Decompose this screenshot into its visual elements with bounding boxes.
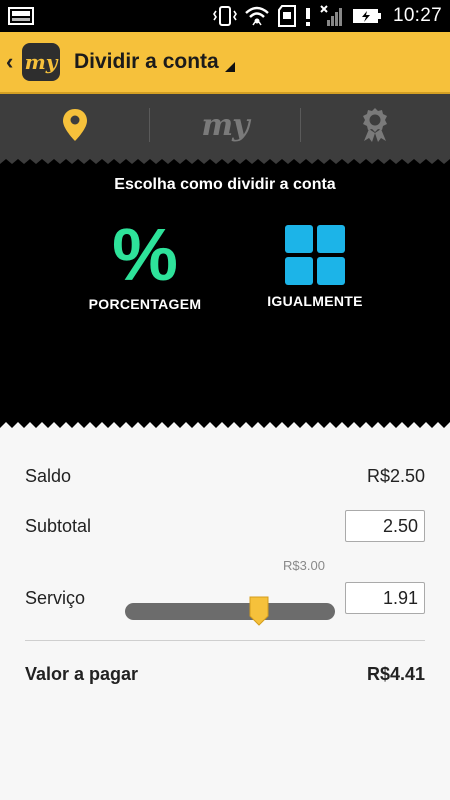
- vibrate-icon: [212, 6, 237, 26]
- service-input[interactable]: 1.91: [345, 582, 425, 614]
- service-slider-track[interactable]: [125, 603, 335, 620]
- sd-card-icon: [277, 5, 296, 27]
- service-slider-thumb[interactable]: [248, 596, 270, 626]
- alert-icon: [305, 8, 310, 26]
- saldo-row: Saldo R$2.50: [25, 462, 425, 490]
- back-chevron-icon[interactable]: ‹: [6, 49, 20, 75]
- app-logo-text: my: [24, 50, 58, 74]
- status-time: 10:27: [392, 5, 442, 26]
- status-bar: 10:27: [0, 0, 450, 32]
- subtotal-row: Subtotal 2.50: [25, 508, 425, 544]
- panel-title: Escolha como dividir a conta: [114, 176, 336, 193]
- tab-my[interactable]: my: [150, 94, 299, 156]
- tab-bar: my: [0, 94, 450, 156]
- service-row: R$3.00 Serviço 1.91: [25, 558, 425, 626]
- location-pin-icon: [62, 109, 87, 141]
- app-logo[interactable]: my: [22, 43, 60, 81]
- option-percentage[interactable]: % PORCENTAGEM: [70, 213, 220, 313]
- tab-location[interactable]: [0, 94, 149, 156]
- tab-rewards[interactable]: [301, 94, 450, 156]
- percent-icon: %: [112, 213, 178, 296]
- service-label: Serviço: [25, 588, 86, 608]
- saldo-value: R$2.50: [366, 465, 425, 486]
- image-notification-icon: [8, 7, 34, 25]
- option-equally[interactable]: IGUALMENTE: [240, 220, 390, 309]
- bill-summary: Saldo R$2.50 Subtotal 2.50 R$3.00 Serviç…: [0, 462, 450, 689]
- app-bar: ‹ my Dividir a conta: [0, 32, 450, 94]
- split-options-panel: Escolha como dividir a conta % PORCENTAG…: [0, 156, 450, 428]
- subtotal-label: Subtotal: [25, 515, 92, 536]
- subtotal-input[interactable]: 2.50: [345, 510, 425, 542]
- page-title[interactable]: Dividir a conta: [74, 50, 219, 74]
- wifi-icon: [245, 6, 269, 26]
- dropdown-triangle-icon[interactable]: [224, 62, 235, 72]
- option-equally-label: IGUALMENTE: [267, 293, 363, 309]
- saldo-label: Saldo: [25, 465, 72, 486]
- total-row: Valor a pagar R$4.41: [25, 659, 425, 689]
- grid-icon: [285, 225, 345, 285]
- signal-icon: [320, 5, 342, 26]
- battery-charging-icon: [352, 9, 381, 23]
- zigzag-top-edge: [0, 156, 450, 164]
- award-badge-icon: [363, 108, 388, 142]
- option-percentage-label: PORCENTAGEM: [88, 296, 202, 312]
- divider: [25, 640, 425, 641]
- zigzag-bottom-edge: [0, 420, 450, 428]
- service-max-label: R$3.00: [283, 558, 325, 573]
- my-logo: my: [201, 107, 249, 143]
- total-label: Valor a pagar: [25, 663, 139, 684]
- total-value: R$4.41: [366, 663, 425, 684]
